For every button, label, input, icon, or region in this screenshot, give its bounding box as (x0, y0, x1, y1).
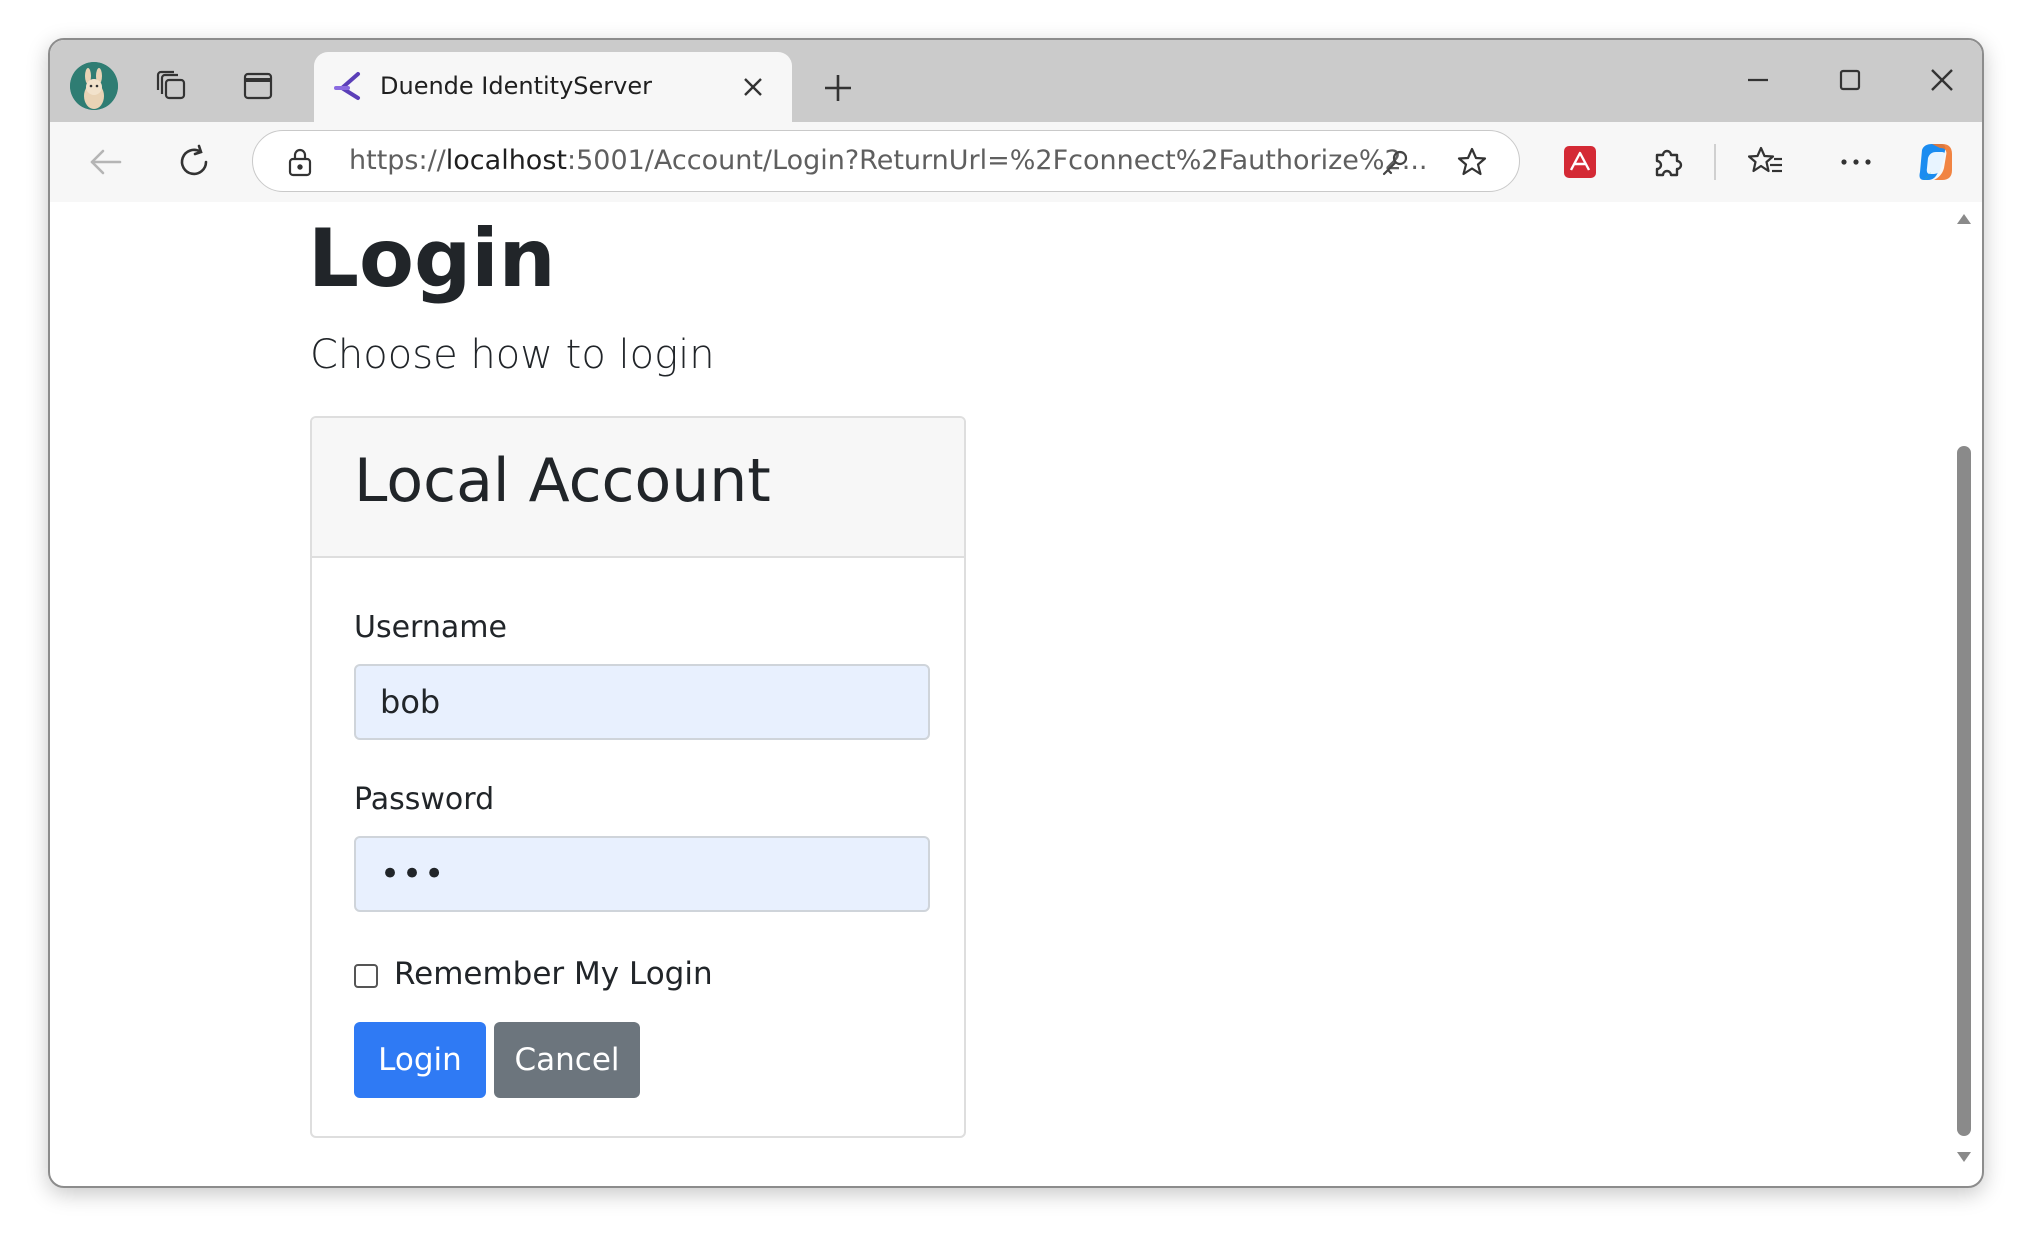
cancel-button[interactable]: Cancel (494, 1022, 640, 1098)
tab-title: Duende IdentityServer (380, 72, 652, 100)
remember-login-label[interactable]: Remember My Login (394, 956, 713, 992)
favorite-star-icon[interactable] (1453, 143, 1491, 181)
tab-strip: Duende IdentityServer (50, 40, 1982, 122)
card-title: Local Account (354, 446, 771, 516)
page-subtitle: Choose how to login (310, 332, 715, 378)
navigation-toolbar: https://localhost:5001/Account/Login?Ret… (50, 122, 1982, 202)
acrobat-extension-icon[interactable] (1558, 140, 1602, 184)
url-scheme: https:// (349, 145, 446, 176)
scroll-up-arrow-icon[interactable] (1956, 212, 1972, 226)
new-tab-icon[interactable] (816, 66, 860, 110)
vertical-scrollbar[interactable] (1950, 202, 1978, 1178)
scroll-thumb[interactable] (1957, 446, 1971, 1136)
duende-logo-icon (330, 68, 366, 104)
local-account-card: Local Account Username Password ••• Reme… (310, 416, 966, 1138)
password-input[interactable]: ••• (354, 836, 930, 912)
close-tab-icon[interactable] (736, 70, 770, 104)
page-title: Login (308, 212, 556, 305)
close-window-icon[interactable] (1920, 58, 1964, 102)
url-host: localhost (445, 145, 567, 176)
minimize-icon[interactable] (1736, 58, 1780, 102)
maximize-icon[interactable] (1828, 58, 1872, 102)
copilot-icon[interactable] (1912, 138, 1960, 186)
card-header: Local Account (312, 418, 964, 558)
url-path: :5001/Account/Login?ReturnUrl=%2Fconnect… (566, 145, 1428, 176)
refresh-icon[interactable] (170, 138, 218, 186)
url-text[interactable]: https://localhost:5001/Account/Login?Ret… (349, 145, 1427, 176)
extensions-icon[interactable] (1646, 140, 1690, 184)
active-tab[interactable]: Duende IdentityServer (314, 52, 792, 122)
back-icon[interactable] (82, 138, 130, 186)
scroll-down-arrow-icon[interactable] (1956, 1150, 1972, 1164)
toolbar-divider (1714, 144, 1716, 180)
key-icon[interactable] (1377, 145, 1413, 181)
workspaces-icon[interactable] (150, 64, 194, 108)
browser-window: Duende IdentityServer https://localhost:… (48, 38, 1984, 1188)
password-label: Password (354, 782, 495, 817)
login-button[interactable]: Login (354, 1022, 486, 1098)
page-content: Login Choose how to login Local Account … (58, 202, 1950, 1178)
address-bar[interactable]: https://localhost:5001/Account/Login?Ret… (252, 130, 1520, 192)
username-label: Username (354, 610, 507, 645)
remember-login-checkbox[interactable] (354, 964, 378, 988)
vertical-tabs-icon[interactable] (236, 64, 280, 108)
more-icon[interactable] (1834, 140, 1878, 184)
profile-avatar-icon[interactable] (70, 62, 118, 110)
lock-icon[interactable] (283, 145, 317, 179)
favorites-icon[interactable] (1744, 140, 1788, 184)
username-input[interactable] (354, 664, 930, 740)
